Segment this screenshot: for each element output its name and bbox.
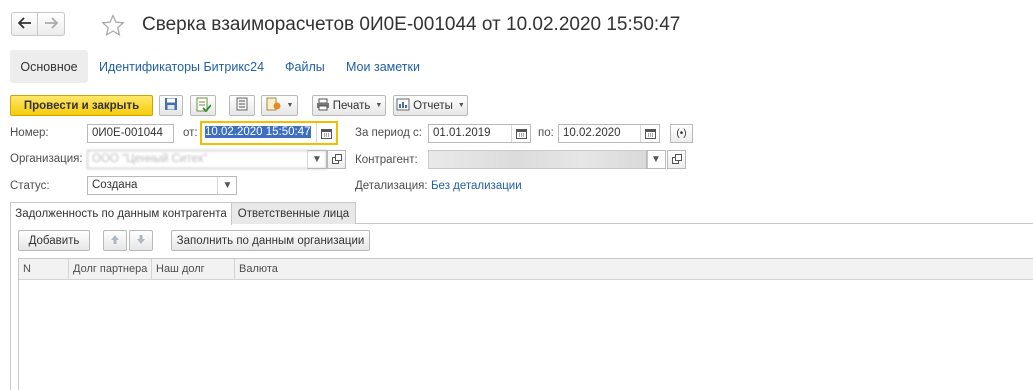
reports-button[interactable]: Отчеты ▼ <box>393 95 468 116</box>
post-and-close-button[interactable]: Провести и закрыть <box>10 95 153 116</box>
number-label: Номер: <box>10 127 49 139</box>
chevron-down-icon: ▼ <box>375 102 383 109</box>
column-header-our-debt[interactable]: Наш долг <box>152 259 235 280</box>
period-to-label: по: <box>538 127 554 139</box>
open-organization-button[interactable] <box>327 150 346 169</box>
arrow-right-icon <box>44 16 59 32</box>
organization-label: Организация: <box>10 153 83 165</box>
tab-main[interactable]: Основное <box>10 50 88 83</box>
tab-contractor-debt[interactable]: Задолженность по данным контрагента <box>10 202 232 225</box>
journal-button[interactable] <box>229 95 255 116</box>
list-document-icon <box>236 97 248 114</box>
period-from-field[interactable]: 01.01.2019 <box>428 124 531 143</box>
printer-icon <box>316 98 330 114</box>
tab-files[interactable]: Файлы <box>285 60 325 74</box>
period-to-field[interactable]: 10.02.2020 <box>558 124 660 143</box>
debt-table[interactable]: N Долг партнера Наш долг Валюта <box>18 258 1033 390</box>
post-document-icon <box>195 97 212 115</box>
tab-responsible-persons[interactable]: Ответственные лица <box>231 202 356 224</box>
period-to-value: 10.02.2020 <box>563 127 621 139</box>
date-value: 10.02.2020 15:50:47 <box>205 126 311 138</box>
period-from-value: 01.01.2019 <box>433 127 491 139</box>
reports-label: Отчеты <box>413 99 453 112</box>
status-value: Создана <box>92 179 138 191</box>
detail-label: Детализация: <box>355 180 428 192</box>
period-from-label: За период с: <box>355 127 422 139</box>
create-based-on-button[interactable]: ▼ <box>261 95 298 116</box>
chevron-down-icon: ▼ <box>286 102 294 109</box>
print-button[interactable]: Печать ▼ <box>312 95 386 116</box>
contractor-field[interactable] <box>428 150 648 169</box>
status-field[interactable]: Создана ▼ <box>87 176 237 195</box>
create-based-icon <box>266 97 282 114</box>
period-select-button[interactable]: (•) <box>670 124 693 143</box>
favorite-star-icon[interactable] <box>101 13 125 39</box>
move-up-button[interactable] <box>103 230 127 251</box>
arrow-left-icon <box>17 16 32 32</box>
forward-button[interactable] <box>38 12 65 36</box>
move-down-button[interactable] <box>129 230 153 251</box>
contractor-label: Контрагент: <box>355 154 418 166</box>
tab-notes[interactable]: Мои заметки <box>346 60 420 74</box>
table-header: N Долг партнера Наш долг Валюта <box>19 259 1033 280</box>
print-label: Печать <box>332 99 371 112</box>
arrow-down-icon <box>136 234 146 248</box>
chevron-down-icon[interactable]: ▼ <box>307 150 327 169</box>
detail-link[interactable]: Без детализации <box>431 180 522 192</box>
status-label: Статус: <box>10 180 50 192</box>
page-title: Сверка взаиморасчетов 0И0Е-001044 от 10.… <box>142 14 681 35</box>
open-icon <box>331 153 342 166</box>
number-field[interactable]: 0И0Е-001044 <box>87 124 174 143</box>
arrow-up-icon <box>110 234 120 248</box>
open-icon <box>671 153 682 166</box>
chevron-down-icon: ▼ <box>457 102 465 109</box>
chevron-down-icon[interactable]: ▼ <box>646 150 666 169</box>
open-contractor-button[interactable] <box>667 150 686 169</box>
date-label: от: <box>183 127 198 139</box>
calendar-icon[interactable] <box>316 123 336 143</box>
back-button[interactable] <box>11 12 38 36</box>
save-button[interactable] <box>159 95 183 116</box>
chevron-down-icon[interactable]: ▼ <box>217 177 236 194</box>
column-header-currency[interactable]: Валюта <box>235 259 1033 280</box>
calendar-icon[interactable] <box>640 125 659 142</box>
period-wave-icon: (•) <box>676 128 687 139</box>
calendar-icon[interactable] <box>511 125 530 142</box>
save-icon <box>164 97 178 114</box>
date-field[interactable]: 10.02.2020 15:50:47 <box>200 121 338 145</box>
post-button[interactable] <box>190 95 216 116</box>
reports-icon <box>396 98 410 114</box>
column-header-partner-debt[interactable]: Долг партнера <box>69 259 152 280</box>
add-button[interactable]: Добавить <box>18 230 90 251</box>
organization-field[interactable]: ООО "Ценный Ситех" <box>87 150 327 169</box>
fill-by-organization-button[interactable]: Заполнить по данным организации <box>171 230 370 251</box>
tab-bitrix-ids[interactable]: Идентификаторы Битрикс24 <box>99 60 264 74</box>
column-header-n[interactable]: N <box>19 259 69 280</box>
